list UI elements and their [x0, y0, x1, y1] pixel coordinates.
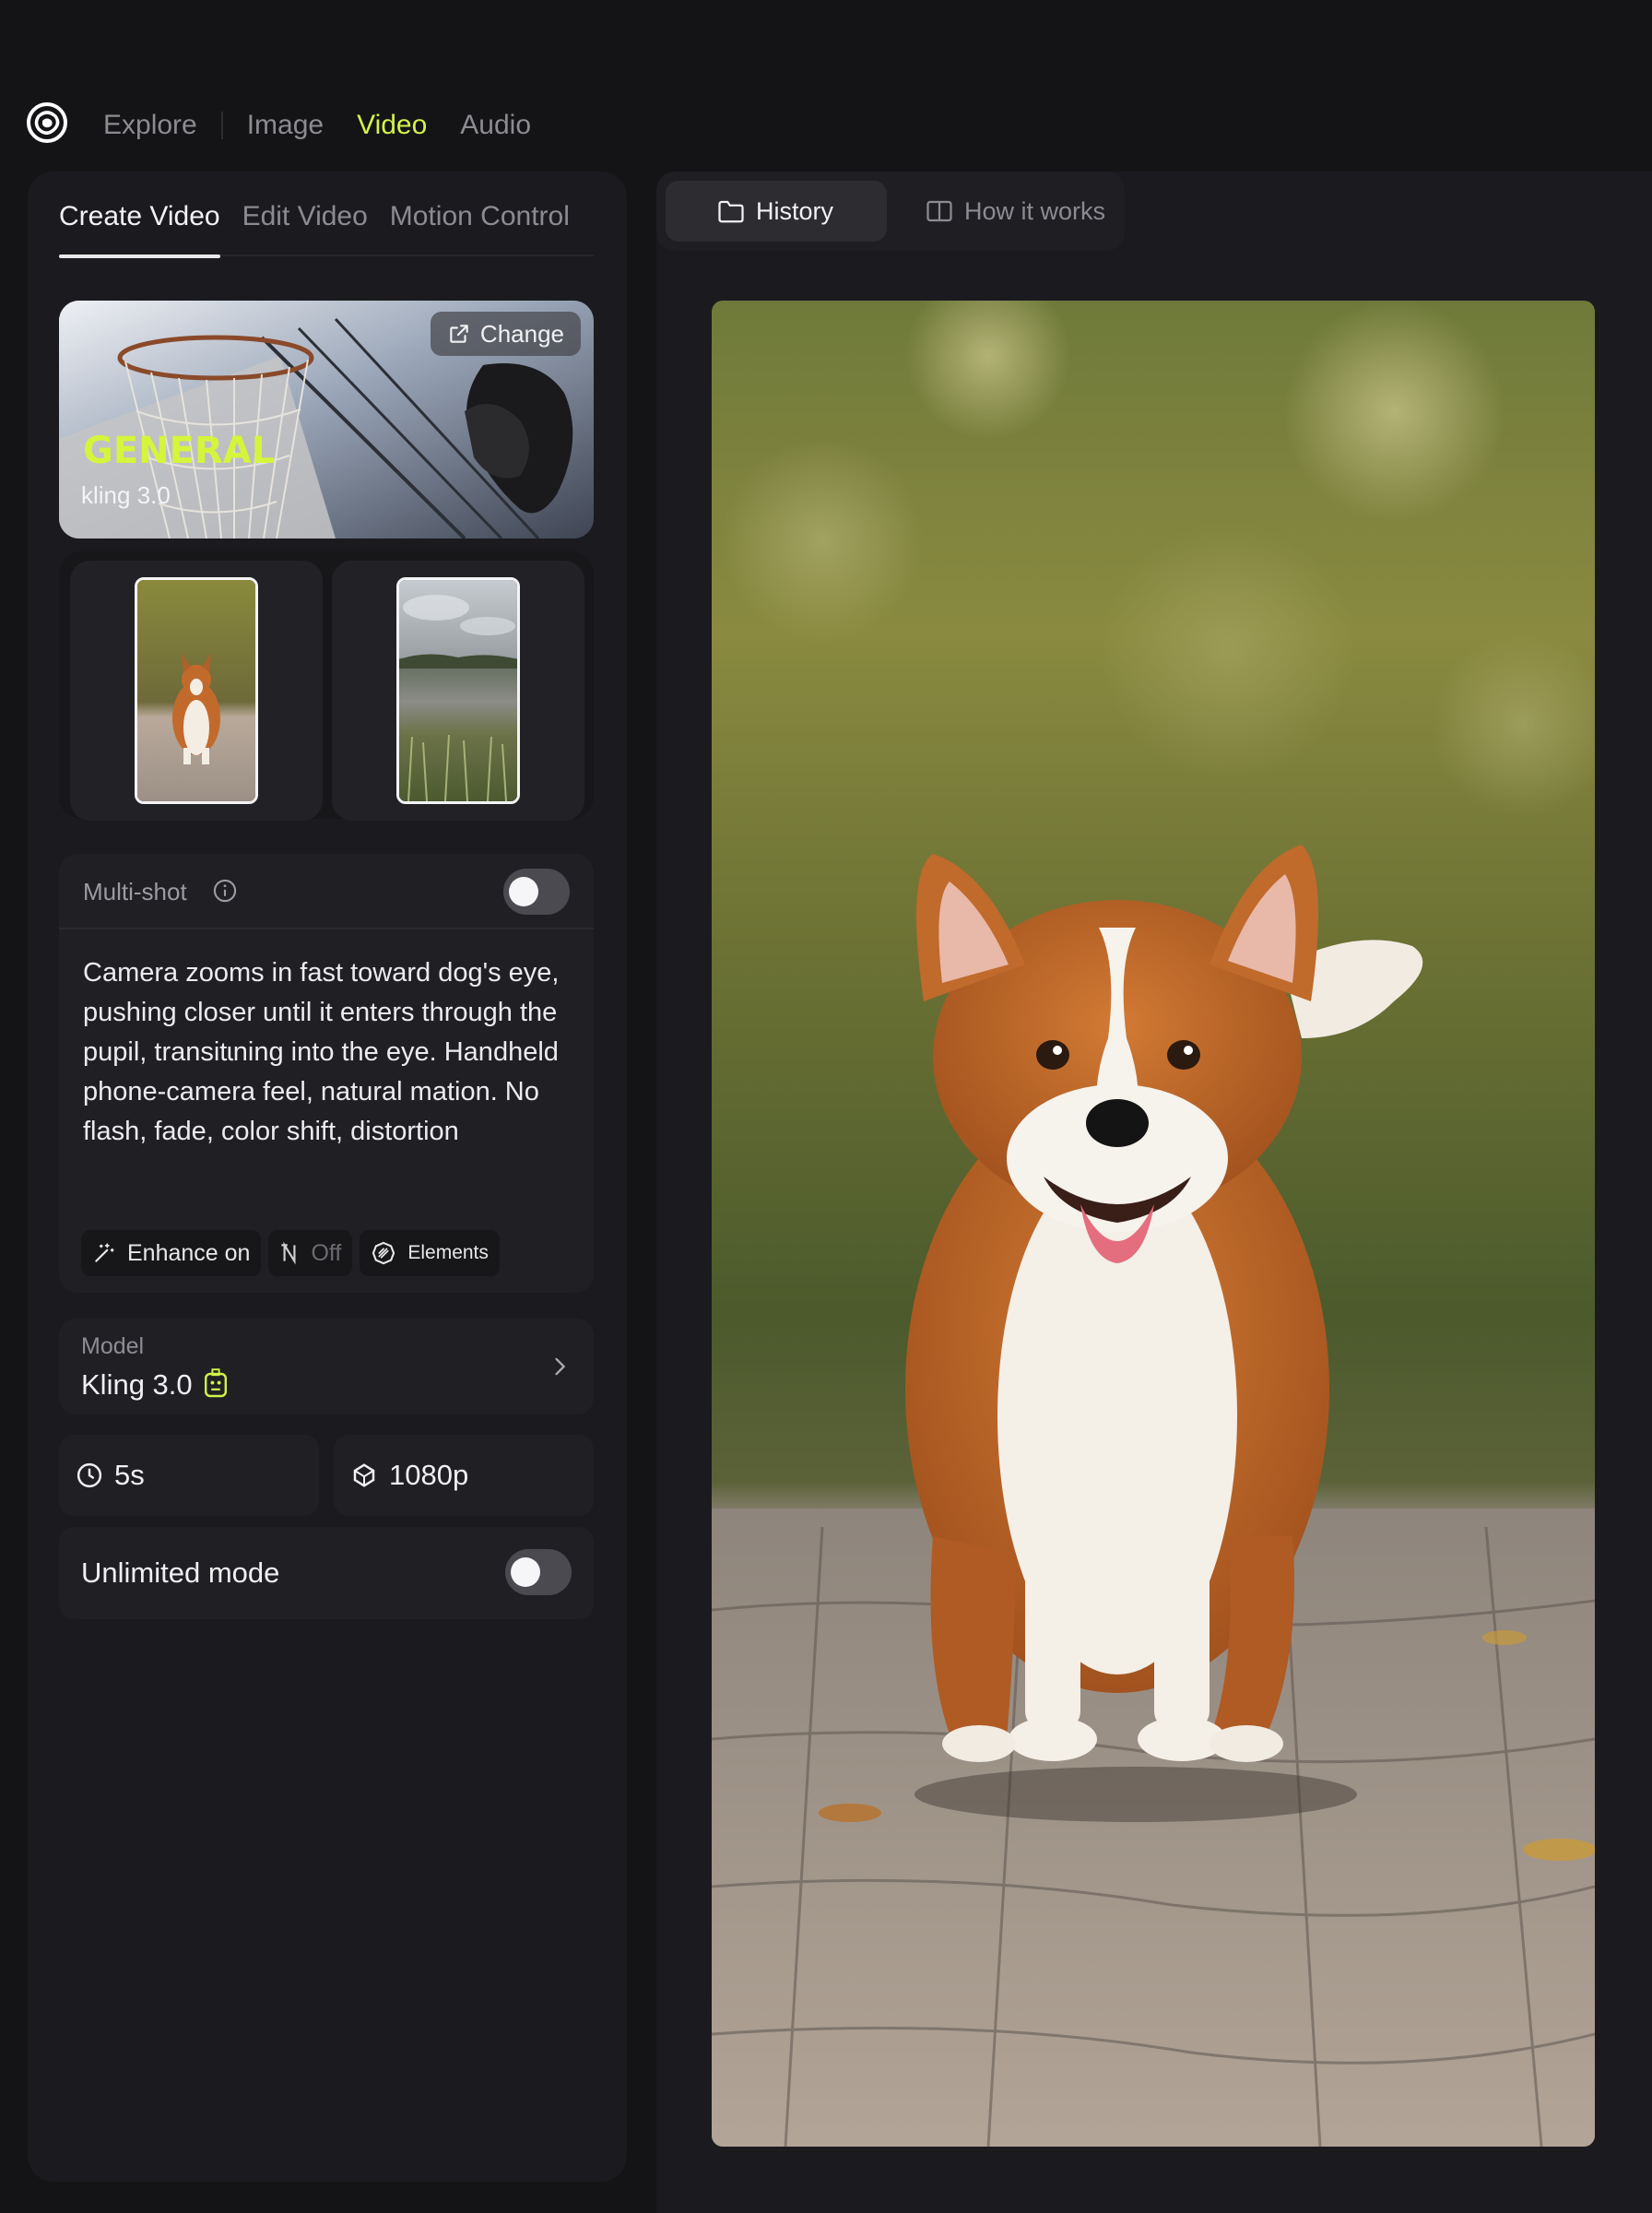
create-panel: Create Video Edit Video Motion Control C… [28, 172, 627, 2182]
resolution-value: 1080p [389, 1459, 469, 1491]
magic-wand-icon [95, 1243, 114, 1262]
nav-image[interactable]: Image [247, 110, 324, 141]
model-selector[interactable]: Model Kling 3.0 [59, 1319, 594, 1414]
unlimited-mode-row: Unlimited mode [59, 1527, 594, 1619]
multishot-toggle[interactable] [503, 869, 570, 915]
end-frame-thumbnail[interactable] [396, 577, 520, 804]
field-thumbnail-image [399, 580, 517, 801]
frames-area [59, 551, 594, 821]
duration-value: 5s [114, 1459, 145, 1491]
history-tab[interactable]: History [666, 181, 887, 242]
app-logo-icon[interactable] [26, 101, 68, 144]
enhance-button[interactable]: Enhance on [81, 1230, 262, 1276]
nav-audio[interactable]: Audio [460, 110, 531, 141]
multishot-row: Multi-shot [59, 854, 594, 929]
model-value: Kling 3.0 [81, 1368, 230, 1402]
model-name: Kling 3.0 [81, 1368, 193, 1401]
corgi-preview-image [712, 301, 1595, 2147]
tab-edit-video[interactable]: Edit Video [242, 194, 368, 256]
unlimited-mode-toggle[interactable] [505, 1549, 572, 1595]
nav-video[interactable]: Video [357, 110, 427, 141]
corgi-thumbnail-image [137, 580, 255, 801]
book-icon [926, 200, 952, 222]
clock-icon [77, 1462, 102, 1488]
duration-selector[interactable]: 5s [59, 1435, 319, 1516]
how-it-works-tab[interactable]: How it works [916, 181, 1105, 242]
n-icon [281, 1241, 296, 1265]
start-frame-thumbnail[interactable] [135, 577, 258, 804]
elements-icon [372, 1241, 395, 1265]
prompt-card: Multi-shot Camera zooms in fast toward d… [59, 854, 594, 1293]
elements-button[interactable]: Elements [360, 1230, 500, 1276]
prompt-options: Enhance on Off Elements [81, 1230, 507, 1276]
folder-icon [718, 200, 744, 223]
chevron-right-icon [549, 1354, 570, 1384]
change-preset-button[interactable]: Change [430, 312, 581, 356]
info-icon[interactable] [212, 878, 238, 908]
enhance-label: Enhance on [127, 1239, 251, 1266]
start-frame-slot[interactable] [70, 561, 323, 821]
nav-divider [220, 112, 223, 139]
preset-title: GENERAL [83, 430, 276, 472]
tab-create-video[interactable]: Create Video [59, 194, 220, 258]
how-it-works-label: How it works [964, 196, 1106, 225]
mode-tabs: Create Video Edit Video Motion Control [59, 194, 594, 258]
off-button[interactable]: Off [268, 1230, 353, 1276]
nav-explore[interactable]: Explore [103, 110, 197, 141]
model-badge-icon [204, 1368, 227, 1398]
resolution-icon [353, 1463, 375, 1487]
tab-motion-control[interactable]: Motion Control [390, 194, 570, 256]
off-label: Off [311, 1239, 342, 1266]
unlimited-mode-label: Unlimited mode [81, 1556, 280, 1589]
preset-model-name: kling 3.0 [81, 481, 171, 509]
end-frame-slot[interactable] [332, 561, 584, 821]
video-preview[interactable] [712, 301, 1595, 2147]
model-label: Model [81, 1333, 145, 1359]
resolution-selector[interactable]: 1080p [334, 1435, 594, 1516]
top-nav: Explore Image Video Audio [0, 89, 830, 162]
external-link-icon [450, 325, 468, 343]
preset-card[interactable]: Change GENERAL kling 3.0 [59, 301, 594, 538]
prompt-textarea[interactable]: Camera zooms in fast toward dog's eye, p… [83, 953, 581, 1152]
preview-panel: History How it works [656, 172, 1652, 2213]
elements-label: Elements [407, 1242, 489, 1263]
change-label: Change [479, 319, 564, 348]
preview-tabs: History How it works [656, 172, 1125, 251]
multishot-label: Multi-shot [83, 878, 187, 905]
history-label: History [756, 196, 834, 225]
main-nav: Explore Image Video Audio [103, 89, 564, 162]
